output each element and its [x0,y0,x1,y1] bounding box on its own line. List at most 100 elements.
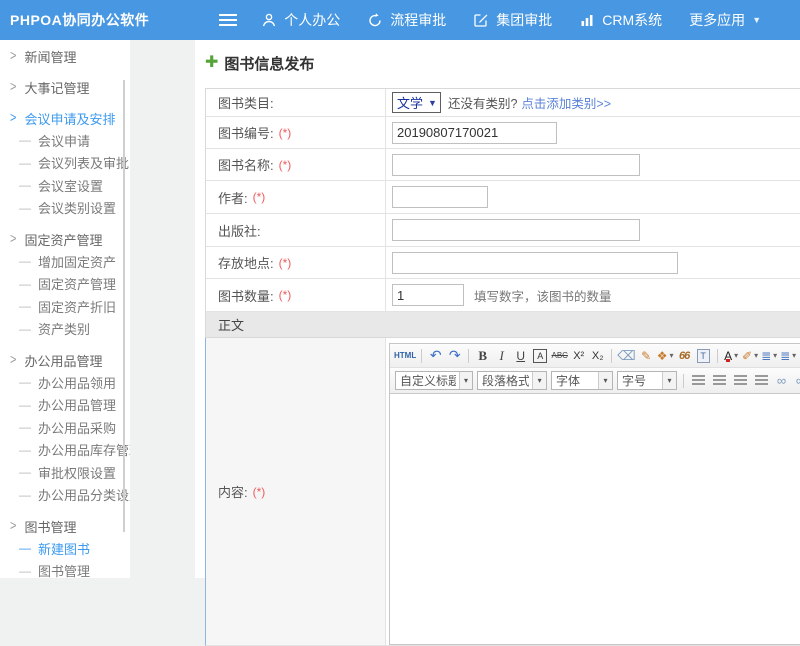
nav-item-more-apps[interactable]: 更多应用 ▼ [689,10,761,30]
editor-bold-button[interactable]: B [474,347,491,365]
editor-underline-button[interactable]: U [512,347,529,365]
location-input[interactable] [392,252,678,274]
sidebar-item[interactable]: —新建图书 [0,537,130,560]
custom-title-select-label: 自定义标题 [396,372,456,389]
sidebar-item[interactable]: —办公用品采购 [0,416,130,439]
sidebar-item[interactable]: —会议室设置 [0,174,130,197]
editor-font-border-button[interactable]: A [531,347,549,365]
required-mark: (*) [279,126,292,140]
editor-highlight-color-button[interactable]: ✐▾ [742,347,759,365]
sidebar-item[interactable]: —会议申请 [0,129,130,152]
editor-font-color-button[interactable]: A▾ [723,347,740,365]
source-icon: HTML [394,351,416,360]
sidebar-group[interactable]: >新闻管理 [0,45,130,67]
book-number-label: 图书编号: [218,123,274,142]
editor-eraser-button[interactable]: ⌫ [617,347,635,365]
editor-toolbar-row2: 自定义标题▾段落格式▾字体▾字号▾∞∞ [390,368,800,394]
editor-unlink-button[interactable]: ∞ [792,372,800,390]
nav-item-workflow-approval[interactable]: 流程审批 [367,10,446,30]
form-row: 图书名称:(*) [206,149,800,181]
editor-format-brush-button[interactable]: ✎ [638,347,655,365]
sidebar-item[interactable]: —会议列表及审批 [0,152,130,175]
add-category-link[interactable]: 点击添加类别>> [521,93,611,112]
editor-subscript-button[interactable]: X₂ [589,347,606,365]
editor-auto-typeset-button[interactable]: ❖▾ [657,347,674,365]
editor-justify-left-button[interactable] [689,372,708,390]
sidebar-item[interactable]: —固定资产折旧 [0,295,130,318]
editor-font-size-select[interactable]: 字号▾ [617,371,677,390]
sidebar-group[interactable]: >大事记管理 [0,76,130,98]
link-icon: ∞ [777,373,786,388]
nav-item-group-approval[interactable]: 集团审批 [473,10,552,30]
sidebar-group[interactable]: >办公用品管理 [0,349,130,371]
editor-link-button[interactable]: ∞ [773,372,790,390]
row-value-cell [386,149,800,180]
row-label-cell: 存放地点:(*) [206,247,386,278]
editor-toolbar-row1: HTML↶↷BIUAABCX²X₂⌫✎❖▾66TA▾✐▾≣▾≣▾ [390,344,800,368]
sidebar-item[interactable]: —图书管理 [0,560,130,579]
editor-paragraph-format-select[interactable]: 段落格式▾ [477,371,547,390]
nav-item-personal-office[interactable]: 个人办公 [261,10,340,30]
editor-paste-text-button[interactable]: T [695,347,712,365]
sidebar-item-label: 办公用品管理 [38,395,116,414]
sidebar-item[interactable]: — 会议类别设置 [0,197,130,220]
sidebar-item[interactable]: —办公用品领用 [0,371,130,394]
quantity-input[interactable] [392,284,464,306]
row-label-cell: 作者:(*) [206,181,386,213]
nav-item-crm-system[interactable]: CRM系统 [579,10,662,30]
editor-redo-button[interactable]: ↷ [446,347,463,365]
chevron-right-icon: > [10,232,16,247]
page-title: 图书信息发布 [224,53,314,74]
sidebar-item-label: 会议类别设置 [38,198,116,217]
sidebar-group[interactable]: >图书管理 [0,515,130,537]
editor-superscript-button[interactable]: X² [570,347,587,365]
justify-center-icon [713,375,726,386]
editor-justify-full-button[interactable] [752,372,771,390]
book-name-label: 图书名称: [218,155,274,174]
toolbar-separator [611,349,612,363]
sidebar-item[interactable]: —增加固定资产 [0,250,130,273]
publisher-input[interactable] [392,219,640,241]
editor-content-area[interactable] [390,394,800,644]
editor-justify-center-button[interactable] [710,372,729,390]
dropdown-arrow-icon: ▾ [459,372,472,389]
form-row: 图书类目:文学▼还没有类别?点击添加类别>> [206,89,800,117]
editor-strikethrough-button[interactable]: ABC [551,347,568,365]
editor-justify-right-button[interactable] [731,372,750,390]
sidebar-item[interactable]: —办公用品管理 [0,394,130,417]
dash-icon: — [19,178,31,192]
sidebar-item[interactable]: —固定资产管理 [0,273,130,296]
sidebar-item[interactable]: —资产类别 [0,318,130,341]
sidebar-item[interactable]: —审批权限设置 [0,461,130,484]
editor-ordered-list-button[interactable]: ≣▾ [761,347,778,365]
hamburger-menu-icon[interactable] [219,14,237,26]
editor-source-button[interactable]: HTML [394,347,416,365]
editor-blockquote-button[interactable]: 66 [676,347,693,365]
editor-undo-button[interactable]: ↶ [427,347,444,365]
form-row: 图书数量:(*)填写数字，该图书的数量 [206,279,800,312]
sidebar-nav: >新闻管理>大事记管理>会议申请及安排—会议申请—会议列表及审批—会议室设置—会… [0,45,130,578]
chevron-down-icon: ▼ [752,15,761,25]
dash-icon: — [19,488,31,502]
form-row: 作者:(*) [206,181,800,214]
sidebar-group[interactable]: >固定资产管理 [0,228,130,250]
editor-unordered-list-button[interactable]: ≣▾ [780,347,797,365]
sidebar-group[interactable]: >会议申请及安排 [0,107,130,129]
row-value-cell [386,117,800,148]
toolbar-separator [421,349,422,363]
editor-italic-button[interactable]: I [493,347,510,365]
category-select[interactable]: 文学▼ [392,92,441,113]
redo-icon: ↷ [449,347,461,364]
dash-icon: — [19,201,31,215]
dash-icon: — [19,443,31,457]
book-name-input[interactable] [392,154,640,176]
editor-custom-title-select[interactable]: 自定义标题▾ [395,371,473,390]
sidebar-item-label: 图书管理 [38,561,90,578]
editor-font-family-select[interactable]: 字体▾ [551,371,613,390]
sidebar-item[interactable]: —办公用品库存管理 [0,439,130,462]
sidebar-scrollbar[interactable] [123,80,125,532]
book-number-input[interactable] [392,122,557,144]
sidebar-item[interactable]: —办公用品分类设置 [0,484,130,507]
dash-icon: — [19,133,31,147]
author-input[interactable] [392,186,488,208]
